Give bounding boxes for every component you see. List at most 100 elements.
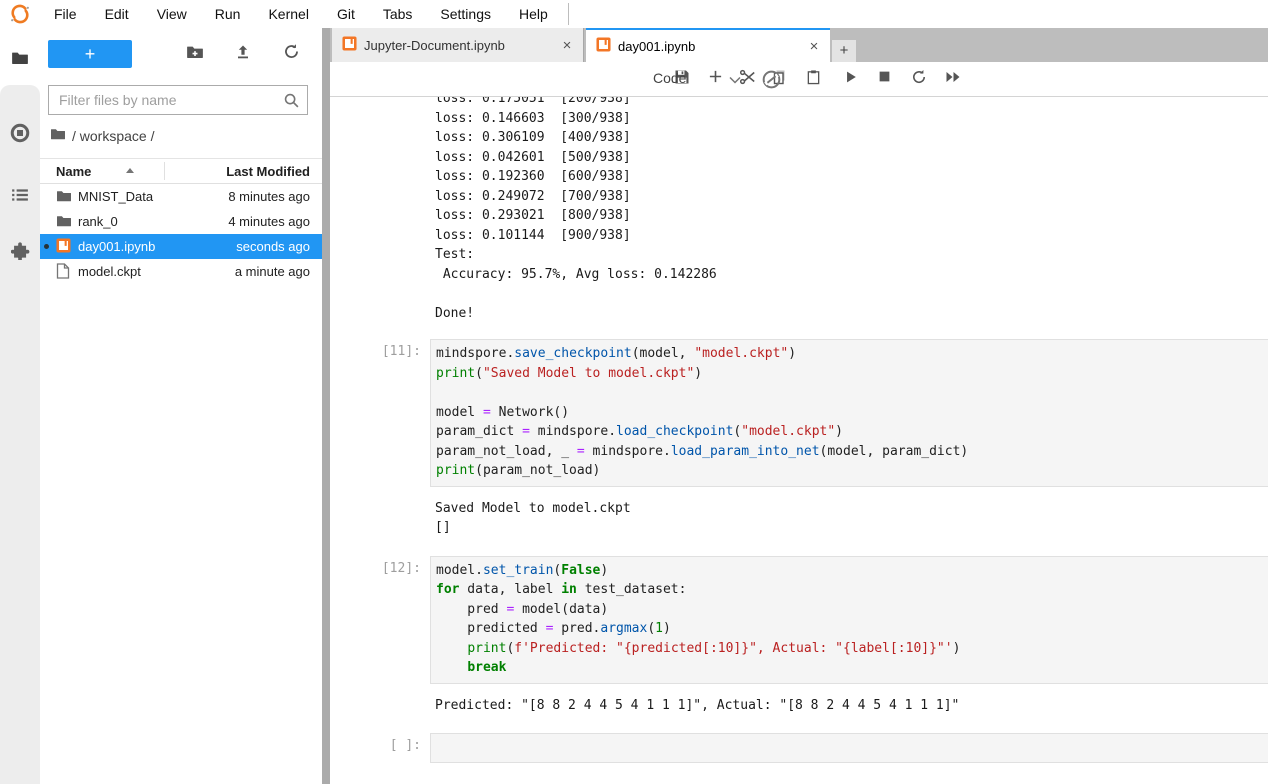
fast-forward-icon (945, 70, 961, 88)
cell-code-editor[interactable]: mindspore.save_checkpoint(model, "model.… (430, 339, 1268, 487)
new-launcher-button[interactable]: + (48, 40, 132, 68)
cell-type-dropdown[interactable]: Code (653, 70, 686, 86)
jupyterlab-window: FileEditViewRunKernelGitTabsSettingsHelp (0, 0, 1268, 784)
file-name: rank_0 (78, 214, 118, 229)
file-row-day001.ipynb[interactable]: day001.ipynb seconds ago (40, 234, 322, 259)
cell-input-prompt: [ ]: (330, 733, 430, 763)
file-name: MNIST_Data (78, 189, 153, 204)
play-icon (844, 70, 858, 89)
notebook-icon (596, 37, 611, 55)
notebook-scroll-area[interactable]: loss: 0.175051 [200/938] loss: 0.146603 … (330, 97, 1268, 784)
menu-item-settings[interactable]: Settings (426, 0, 505, 28)
restart-icon (911, 69, 927, 90)
column-header-modified[interactable]: Last Modified (226, 164, 310, 179)
cell-code-editor[interactable] (430, 733, 1268, 763)
folder-icon (56, 213, 72, 229)
cell-output: Saved Model to model.ckpt [] (435, 499, 1268, 538)
breadcrumb-path: / workspace / (72, 128, 154, 144)
cell-code-editor[interactable]: model.set_train(False)for data, label in… (430, 556, 1268, 684)
new-folder-button[interactable] (184, 43, 206, 65)
menu-item-tabs[interactable]: Tabs (369, 0, 427, 28)
run-cell-button[interactable] (841, 69, 861, 89)
cell-input-prompt: [12]: (330, 556, 430, 684)
folder-icon (11, 49, 29, 72)
cell-scrollback-output: loss: 0.175051 [200/938] loss: 0.146603 … (435, 97, 1268, 323)
file-row-MNIST_Data[interactable]: MNIST_Data 8 minutes ago (40, 184, 322, 209)
file-list-header: Name Last Modified (40, 158, 322, 184)
menu-bar: FileEditViewRunKernelGitTabsSettingsHelp (0, 0, 1268, 28)
file-modified: 8 minutes ago (228, 189, 310, 204)
menu-item-help[interactable]: Help (505, 0, 562, 28)
file-modified: seconds ago (236, 239, 310, 254)
panel-resize-handle[interactable] (322, 28, 330, 784)
column-divider (164, 162, 165, 180)
table-of-contents-tab[interactable] (0, 181, 40, 213)
tab-label: Jupyter-Document.ipynb (364, 38, 549, 53)
extensions-puzzle-icon (11, 241, 30, 265)
column-header-name[interactable]: Name (56, 164, 91, 179)
sort-ascending-icon (126, 168, 134, 173)
new-tab-button[interactable] (832, 40, 856, 62)
home-folder-icon (50, 126, 66, 145)
close-icon[interactable] (559, 37, 575, 54)
notebook-toolbar: Code (330, 62, 1268, 97)
notebook-icon (56, 238, 72, 254)
table-of-contents-icon (11, 186, 29, 209)
menu-items: FileEditViewRunKernelGitTabsSettingsHelp (40, 0, 562, 28)
kernel-status-icon (760, 68, 783, 96)
close-icon[interactable] (806, 38, 822, 55)
run-all-cells-button[interactable] (943, 69, 963, 89)
upload-icon (235, 44, 251, 65)
search-icon (283, 92, 300, 114)
new-folder-icon (186, 43, 204, 66)
upload-button[interactable] (232, 43, 254, 65)
file-browser-toolbar: + (40, 28, 322, 73)
tab-Jupyter-Document.ipynb[interactable]: Jupyter-Document.ipynb (332, 28, 584, 62)
cell-output: Predicted: "[8 8 2 4 4 5 4 1 1 1]", Actu… (435, 696, 1268, 716)
filter-files-input[interactable] (49, 86, 307, 114)
mindspore-logo-icon (0, 3, 40, 25)
insert-cell-button[interactable] (705, 69, 725, 89)
open-file-dot (44, 244, 49, 249)
notebook-cells: [11]:mindspore.save_checkpoint(model, "m… (330, 339, 1268, 763)
breadcrumb[interactable]: / workspace / (50, 126, 154, 145)
menu-item-file[interactable]: File (40, 0, 91, 28)
stop-kernel-button[interactable] (874, 69, 894, 89)
file-row-rank_0[interactable]: rank_0 4 minutes ago (40, 209, 322, 234)
code-cell: [12]:model.set_train(False)for data, lab… (330, 556, 1268, 716)
main-area: Jupyter-Document.ipynb day001.ipynb (330, 28, 1268, 784)
menu-item-edit[interactable]: Edit (91, 0, 143, 28)
file-name: model.ckpt (78, 264, 141, 279)
file-modified: 4 minutes ago (228, 214, 310, 229)
sidebar-strip (0, 28, 40, 784)
tab-label: day001.ipynb (618, 39, 796, 54)
plus-icon (708, 69, 723, 89)
stop-icon (878, 70, 891, 88)
file-row-model.ckpt[interactable]: model.ckpt a minute ago (40, 259, 322, 284)
file-name: day001.ipynb (78, 239, 155, 254)
file-browser-panel: + (40, 28, 322, 784)
file-icon (56, 263, 72, 279)
document-tab-bar: Jupyter-Document.ipynb day001.ipynb (330, 28, 1268, 62)
paste-icon (806, 69, 821, 90)
extension-manager-tab[interactable] (0, 237, 40, 269)
chevron-down-icon[interactable] (728, 72, 742, 90)
tab-day001.ipynb[interactable]: day001.ipynb (586, 28, 830, 62)
file-browser-tab[interactable] (0, 44, 40, 76)
code-cell: [11]:mindspore.save_checkpoint(model, "m… (330, 339, 1268, 538)
menu-item-git[interactable]: Git (323, 0, 369, 28)
file-list: MNIST_Data 8 minutes ago rank_0 4 minutes a… (40, 184, 322, 284)
refresh-button[interactable] (280, 43, 302, 65)
menu-item-view[interactable]: View (143, 0, 201, 28)
menu-item-run[interactable]: Run (201, 0, 255, 28)
cell-input-prompt: [11]: (330, 339, 430, 487)
code-cell: [ ]: (330, 733, 1268, 763)
running-sessions-icon (10, 123, 30, 148)
filter-files-box (48, 85, 308, 115)
running-sessions-tab[interactable] (0, 119, 40, 151)
restart-kernel-button[interactable] (909, 69, 929, 89)
paste-cells-button[interactable] (803, 69, 823, 89)
menu-item-kernel[interactable]: Kernel (254, 0, 322, 28)
file-modified: a minute ago (235, 264, 310, 279)
menu-separator (568, 3, 569, 25)
